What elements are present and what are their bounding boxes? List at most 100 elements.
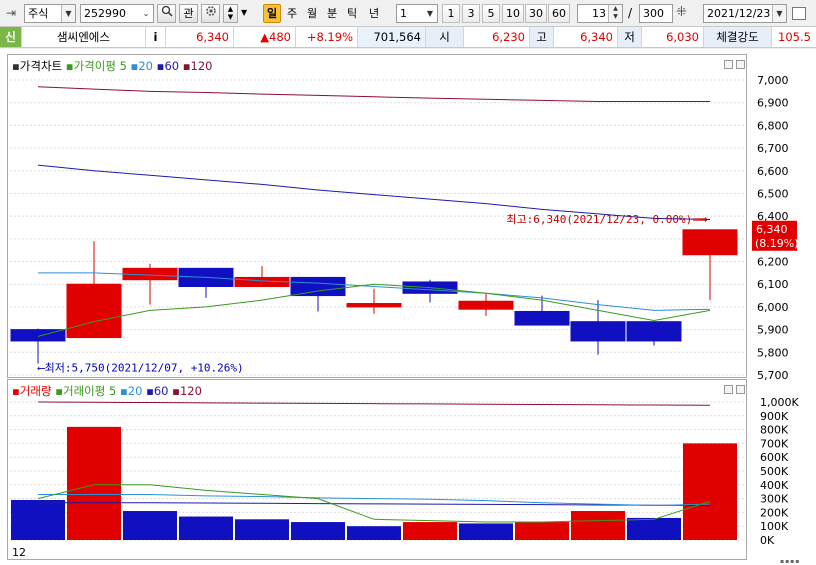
strength-value: 105.5 [778,30,811,44]
price-axis-tick-label: 5,800 [757,346,789,359]
spinner-icon[interactable]: ▲ ▼ [608,5,622,22]
price-candle [290,276,346,297]
volume-bar [347,526,401,540]
total-count-value: 300 [643,7,664,20]
interval-5-button[interactable]: 5 [482,4,500,23]
info-button[interactable]: i [146,27,166,47]
tab-period-month[interactable]: 월 [303,4,321,23]
price-axis-tick-label: 6,000 [757,301,789,314]
price-axis-tick-label: 6,900 [757,97,789,110]
volume-axis-tick-label: 800K [760,424,789,437]
date-select[interactable]: 2021/12/23 ▼ [703,4,787,23]
volume-bar [571,511,625,540]
stock-code-input[interactable]: 252990 ⌄ [80,4,154,23]
change-percent: +8.19% [296,27,358,47]
credit-badge: 신 [0,27,22,47]
market-type-value: 주식 [28,7,49,20]
price-candle [570,321,626,342]
total-count-input[interactable]: 300 [639,4,673,23]
volume-bar [515,522,569,540]
price-axis-tick-label: 6,600 [757,165,789,178]
low-price-annotation: ⟵최저:5,750(2021/12/07, +10.26%) [37,362,244,375]
gear-icon [205,6,216,16]
calendar-icon[interactable] [792,7,806,20]
volume-axis-tick-label: 200K [760,506,789,519]
zoom-icon[interactable]: ⁜ [676,5,687,20]
interval-3-button[interactable]: 3 [462,4,480,23]
high-price: 6,340 [554,27,618,47]
open-price: 6,230 [464,27,530,47]
bar-count-label: 12 [12,546,26,559]
price-candle [514,310,570,326]
strength-label: 체결강도 [704,27,772,47]
chevron-down-icon[interactable]: ▼ [241,8,247,17]
interval-60-button[interactable]: 60 [548,4,570,23]
price-axis-tick-label: 6,500 [757,187,789,200]
volume-axis-tick-label: 0K [760,534,775,547]
count-separator: / [628,6,633,20]
search-icon [161,5,173,17]
high-price-annotation: 최고:6,340(2021/12/23, 0.00%)⟹ [506,213,708,226]
volume-bar [179,516,233,540]
volume-bar [11,499,65,540]
scroll-grip[interactable]: ▪▪▪▪ [780,558,816,565]
chevron-down-icon[interactable]: ▼ [772,5,786,22]
quote-info-bar: 신 샘씨엔에스 i 6,340 ▲480 +8.19% 701,564 시 6,… [0,27,816,48]
interval-1-button[interactable]: 1 [442,4,460,23]
low-price: 6,030 [642,27,704,47]
volume-bar [291,522,345,540]
volume-value: 701,564 [358,27,426,47]
stock-name[interactable]: 샘씨엔에스 [22,27,146,47]
chart-area: ▪가격차트 ▪가격이평 5 ▪20 ▪60 ▪120 ▪거래량 ▪거래이평 5 … [0,49,816,565]
market-type-select[interactable]: 주식 ▼ [24,4,76,23]
chevron-down-icon[interactable]: ⌄ [139,5,153,22]
price-candle [346,303,402,308]
volume-axis-tick-label: 700K [760,437,789,450]
current-price: 6,340 [166,27,234,47]
volume-axis-tick-label: 600K [760,451,789,464]
price-axis-tick-label: 5,700 [757,369,789,382]
last-percent-tag: (8.19%) [755,237,799,250]
price-ma120-line [37,86,710,103]
volume-bar [235,519,289,540]
interval-30-button[interactable]: 30 [525,4,547,23]
tab-period-tick[interactable]: 틱 [343,4,361,23]
count-input[interactable]: 13 ▲ ▼ [577,4,623,23]
tab-period-day[interactable]: 일 [263,4,281,23]
settings-button[interactable] [201,4,220,23]
nav-arrow-icon[interactable]: ⇥ [6,6,16,20]
last-price-tag: 6,340 [756,223,788,236]
chart-toolbar: ⇥ 주식 ▼ 252990 ⌄ 관 ▲ ▼ ▼ 일 주 월 분 틱 년 1 ▼ 1… [0,0,816,27]
high-label: 고 [530,27,554,47]
price-axis-tick-label: 6,700 [757,142,789,155]
volume-bar [459,523,513,540]
up-down-spinner[interactable]: ▲ ▼ [223,4,238,23]
search-button[interactable] [157,4,176,23]
watchlist-button[interactable]: 관 [179,4,198,23]
interval-value: 1 [400,7,407,20]
volume-axis-tick-label: 500K [760,465,789,478]
date-value: 2021/12/23 [707,7,771,20]
low-label: 저 [618,27,642,47]
price-axis-tick-label: 5,900 [757,324,789,337]
volume-axis-tick-label: 900K [760,410,789,423]
price-ma60-line [37,164,711,221]
volume-axis-tick-label: 400K [760,479,789,492]
tab-period-minute[interactable]: 분 [323,4,341,23]
chevron-down-icon[interactable]: ▼ [61,5,75,22]
tab-period-week[interactable]: 주 [283,4,301,23]
price-candle [626,321,682,342]
count-value: 13 [592,7,606,20]
volume-bar [67,426,121,540]
price-axis-tick-label: 7,000 [757,74,789,87]
volume-bar [627,517,681,540]
chevron-down-icon[interactable]: ▼ [423,5,437,22]
interval-select[interactable]: 1 ▼ [396,4,438,23]
price-candle [66,283,122,339]
interval-10-button[interactable]: 10 [502,4,524,23]
price-volume-chart: 7,0006,9006,8006,7006,6006,5006,4006,300… [10,74,799,547]
volume-axis-tick-label: 100K [760,520,789,533]
tab-period-year[interactable]: 년 [365,4,383,23]
volume-bar [123,511,177,540]
volume-bar [683,443,737,540]
